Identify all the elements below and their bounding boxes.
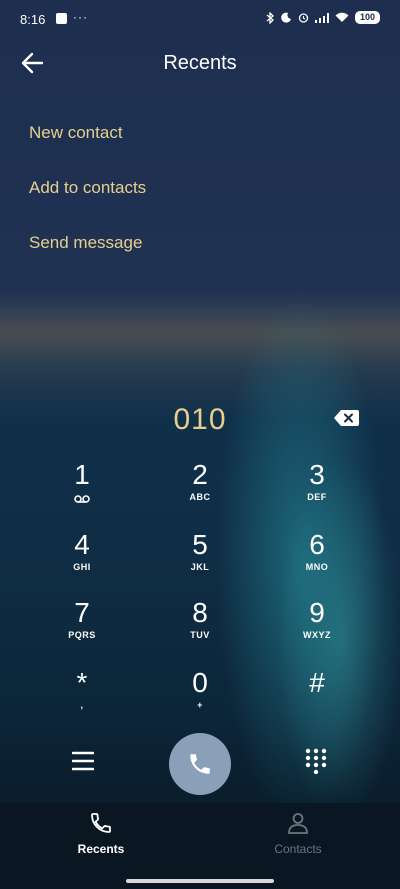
key-digit: 0 <box>192 667 208 698</box>
key-5[interactable]: 5 JKL <box>145 530 255 592</box>
wifi-icon <box>335 12 349 22</box>
dialpad-icon[interactable] <box>304 748 328 774</box>
key-letters: TUV <box>190 630 210 640</box>
person-icon <box>288 813 308 834</box>
new-contact-option[interactable]: New contact <box>29 123 123 143</box>
battery-indicator: 100 <box>354 11 380 24</box>
key-digit: 9 <box>309 597 325 628</box>
key-0[interactable]: 0 + <box>145 668 255 730</box>
key-letters: WXYZ <box>303 630 331 640</box>
key-digit: 6 <box>309 529 325 560</box>
bluetooth-icon <box>266 11 274 24</box>
phone-icon <box>190 754 210 774</box>
page-title: Recents <box>163 52 237 74</box>
do-not-disturb-moon-icon <box>281 12 291 23</box>
key-letters: + <box>197 700 203 710</box>
key-2[interactable]: 2 ABC <box>145 460 255 522</box>
key-star[interactable]: * , <box>27 668 137 730</box>
menu-icon[interactable] <box>72 751 94 771</box>
phone-outline-icon <box>91 813 111 833</box>
key-letters: , <box>80 700 84 710</box>
key-digit: 5 <box>192 529 208 560</box>
call-button[interactable] <box>169 733 231 795</box>
key-letters: PQRS <box>68 630 96 640</box>
add-to-contacts-option[interactable]: Add to contacts <box>29 178 146 198</box>
key-letters: MNO <box>305 562 329 572</box>
key-digit: 1 <box>74 459 90 490</box>
key-digit: 4 <box>74 529 90 560</box>
key-letters: GHI <box>73 562 91 572</box>
bottom-navigation: Recents Contacts <box>0 803 400 889</box>
key-digit: 8 <box>192 597 208 628</box>
key-digit: * <box>76 667 88 698</box>
status-time: 8:16 <box>20 12 46 27</box>
voicemail-icon <box>74 495 90 503</box>
key-7[interactable]: 7 PQRS <box>27 598 137 660</box>
key-8[interactable]: 8 TUV <box>145 598 255 660</box>
key-letters: JKL <box>190 562 210 572</box>
home-indicator <box>126 879 274 883</box>
send-message-option[interactable]: Send message <box>29 233 142 253</box>
tab-contacts-label: Contacts <box>274 842 322 856</box>
alarm-icon <box>298 13 309 23</box>
notification-icon <box>56 13 67 24</box>
backspace-icon[interactable] <box>333 409 359 427</box>
key-digit: 2 <box>192 459 208 490</box>
key-hash[interactable]: # <box>262 668 372 730</box>
key-3[interactable]: 3 DEF <box>262 460 372 522</box>
key-digit: # <box>309 667 325 698</box>
key-4[interactable]: 4 GHI <box>27 530 137 592</box>
more-notifications-icon: ··· <box>73 10 88 24</box>
key-6[interactable]: 6 MNO <box>262 530 372 592</box>
key-letters: ABC <box>189 492 211 502</box>
key-digit: 3 <box>309 459 325 490</box>
key-1[interactable]: 1 <box>27 460 137 522</box>
key-digit: 7 <box>74 597 90 628</box>
status-bar: 8:16 ··· 100 <box>0 0 400 38</box>
key-letters: DEF <box>307 492 327 502</box>
tab-contacts[interactable]: Contacts <box>238 811 358 856</box>
key-9[interactable]: 9 WXYZ <box>262 598 372 660</box>
tab-recents-label: Recents <box>77 842 125 856</box>
signal-icon <box>314 12 329 23</box>
tab-recents[interactable]: Recents <box>41 811 161 856</box>
